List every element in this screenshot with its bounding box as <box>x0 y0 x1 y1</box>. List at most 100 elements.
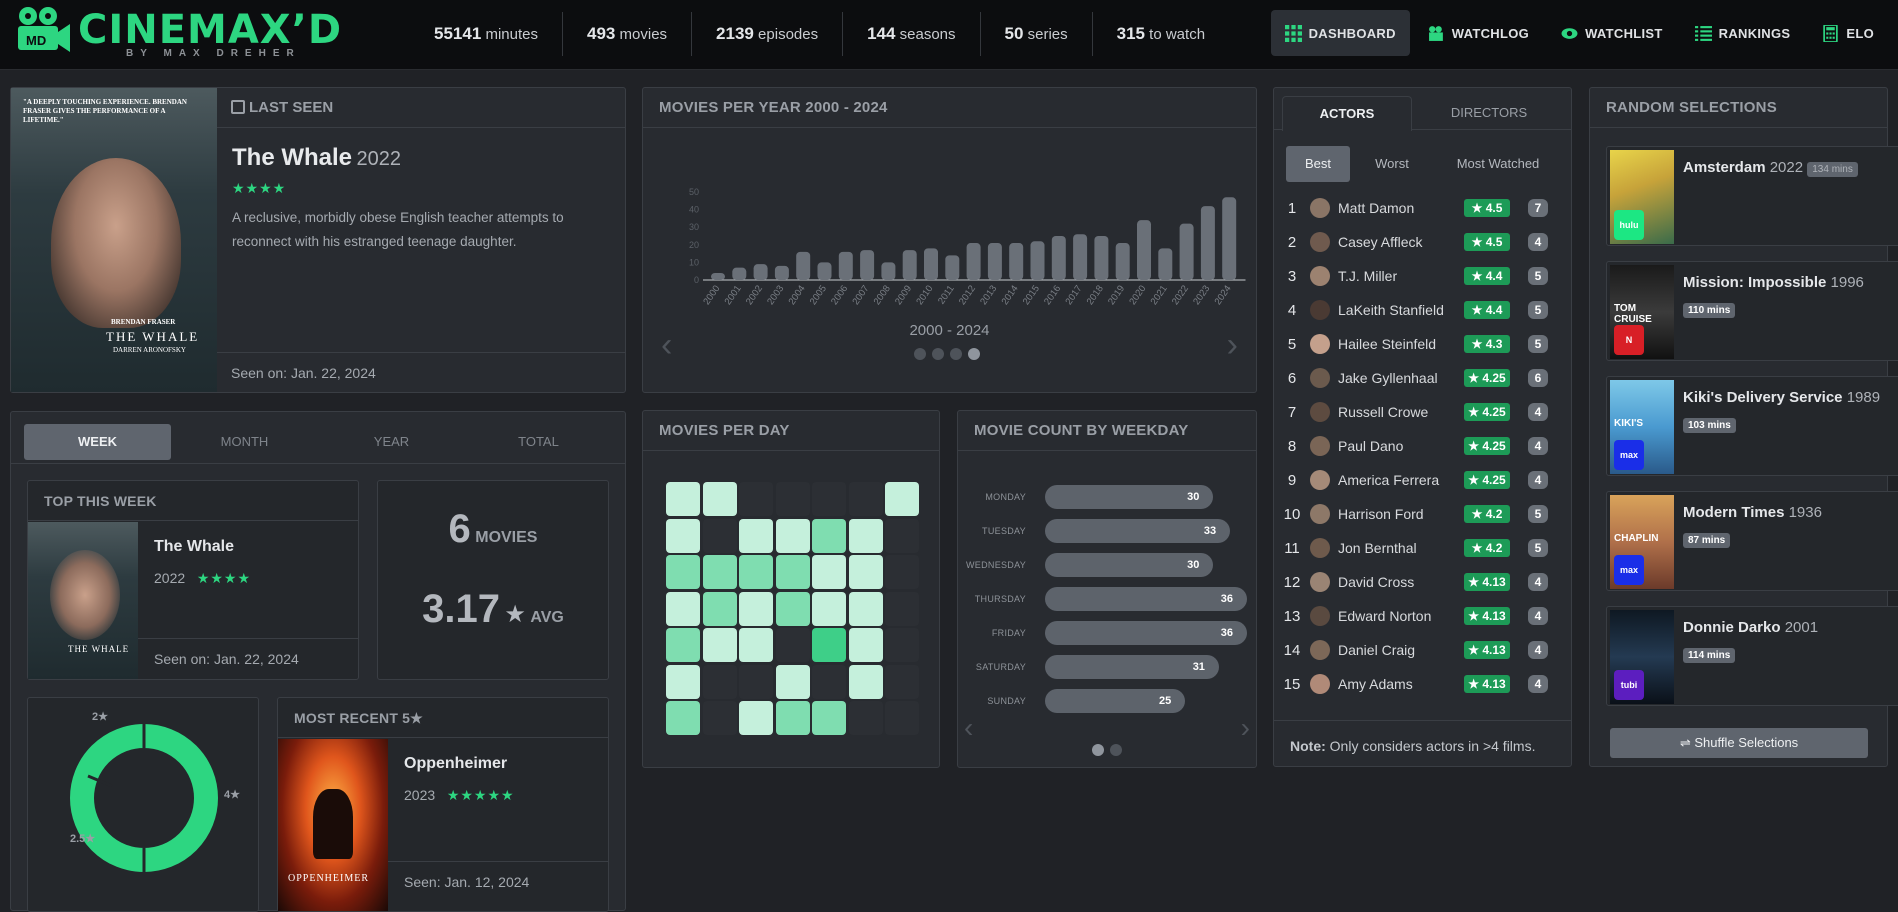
random-selection-card[interactable]: CHAPLIN max Modern Times 1936 87 mins <box>1606 491 1898 591</box>
random-movie-title[interactable]: Mission: Impossible 1996 <box>1683 274 1864 291</box>
day-cell[interactable] <box>666 664 700 699</box>
day-cell[interactable] <box>848 701 883 735</box>
day-cell[interactable] <box>775 591 810 626</box>
most-recent-movie-title[interactable]: Oppenheimer <box>404 755 507 773</box>
day-cell[interactable] <box>848 664 883 699</box>
tab-month[interactable]: MONTH <box>171 424 318 460</box>
filter-worst[interactable]: Worst <box>1360 146 1424 182</box>
tab-total[interactable]: TOTAL <box>465 424 612 460</box>
day-cell[interactable] <box>885 664 919 699</box>
actor-row[interactable]: 7 Russell Crowe ★ 4.25 4 <box>1274 395 1574 429</box>
random-movie-title[interactable]: Amsterdam 2022 134 mins <box>1683 159 1858 177</box>
day-cell[interactable] <box>739 518 773 553</box>
day-cell[interactable] <box>885 555 919 589</box>
movie-poster[interactable]: CHAPLIN max <box>1610 495 1674 589</box>
movie-poster[interactable]: tubi <box>1610 610 1674 704</box>
actor-name[interactable]: Hailee Steinfeld <box>1338 336 1458 352</box>
weekday-next-arrow[interactable]: › <box>1241 711 1250 745</box>
random-movie-title[interactable]: Kiki's Delivery Service 1989 <box>1683 389 1880 406</box>
tab-actors[interactable]: ACTORS <box>1282 96 1412 131</box>
actor-row[interactable]: 2 Casey Affleck ★ 4.5 4 <box>1274 225 1574 259</box>
year-prev-arrow[interactable]: ‹ <box>661 328 672 362</box>
filter-most-watched[interactable]: Most Watched <box>1434 146 1562 182</box>
actor-name[interactable]: Jon Bernthal <box>1338 540 1458 556</box>
actor-name[interactable]: Jake Gyllenhaal <box>1338 370 1458 386</box>
nav-dashboard[interactable]: DASHBOARD <box>1270 10 1410 56</box>
actor-row[interactable]: 8 Paul Dano ★ 4.25 4 <box>1274 429 1574 463</box>
actor-name[interactable]: LaKeith Stanfield <box>1338 302 1458 318</box>
last-seen-title[interactable]: The Whale <box>232 144 352 171</box>
brand-logo[interactable]: MD CINEMAX’D BY MAX DREHER <box>12 6 341 62</box>
actor-name[interactable]: America Ferrera <box>1338 472 1458 488</box>
movie-poster[interactable]: KIKI'S max <box>1610 380 1674 474</box>
actor-row[interactable]: 15 Amy Adams ★ 4.13 4 <box>1274 667 1574 701</box>
day-cell[interactable] <box>775 518 810 553</box>
carousel-dot[interactable] <box>1110 744 1122 756</box>
day-cell[interactable] <box>702 591 737 626</box>
oppenheimer-poster[interactable]: OPPENHEIMER <box>278 739 388 911</box>
actor-row[interactable]: 4 LaKeith Stanfield ★ 4.4 5 <box>1274 293 1574 327</box>
actor-name[interactable]: Daniel Craig <box>1338 642 1458 658</box>
nav-elo[interactable]: ELO <box>1808 10 1888 56</box>
day-cell[interactable] <box>812 555 846 589</box>
day-cell[interactable] <box>666 701 700 735</box>
year-next-arrow[interactable]: › <box>1227 328 1238 362</box>
day-cell[interactable] <box>885 518 919 553</box>
day-cell[interactable] <box>812 628 846 662</box>
day-cell[interactable] <box>775 482 810 516</box>
day-cell[interactable] <box>775 555 810 589</box>
random-movie-title[interactable]: Modern Times 1936 <box>1683 504 1822 521</box>
actor-name[interactable]: Matt Damon <box>1338 200 1458 216</box>
actor-name[interactable]: Amy Adams <box>1338 676 1458 692</box>
actor-row[interactable]: 6 Jake Gyllenhaal ★ 4.25 6 <box>1274 361 1574 395</box>
day-cell[interactable] <box>666 628 700 662</box>
day-cell[interactable] <box>885 482 919 516</box>
day-cell[interactable] <box>885 628 919 662</box>
filter-best[interactable]: Best <box>1286 146 1350 182</box>
day-cell[interactable] <box>702 482 737 516</box>
day-cell[interactable] <box>848 482 883 516</box>
day-cell[interactable] <box>812 591 846 626</box>
nav-rankings[interactable]: RANKINGS <box>1681 10 1805 56</box>
actor-name[interactable]: Harrison Ford <box>1338 506 1458 522</box>
actor-row[interactable]: 13 Edward Norton ★ 4.13 4 <box>1274 599 1574 633</box>
actor-row[interactable]: 5 Hailee Steinfeld ★ 4.3 5 <box>1274 327 1574 361</box>
day-cell[interactable] <box>775 664 810 699</box>
day-cell[interactable] <box>702 664 737 699</box>
random-selection-card[interactable]: tubi Donnie Darko 2001 114 mins <box>1606 606 1898 706</box>
random-selection-card[interactable]: TOM CRUISE N Mission: Impossible 1996 110 m… <box>1606 261 1898 361</box>
random-selection-card[interactable]: hulu Amsterdam 2022 134 mins <box>1606 146 1898 246</box>
actor-row[interactable]: 10 Harrison Ford ★ 4.2 5 <box>1274 497 1574 531</box>
top-week-movie-title[interactable]: The Whale <box>154 538 234 556</box>
weekday-prev-arrow[interactable]: ‹ <box>964 711 973 745</box>
day-cell[interactable] <box>702 701 737 735</box>
actor-name[interactable]: Edward Norton <box>1338 608 1458 624</box>
day-cell[interactable] <box>739 555 773 589</box>
day-cell[interactable] <box>739 701 773 735</box>
random-movie-title[interactable]: Donnie Darko 2001 <box>1683 619 1818 636</box>
actor-name[interactable]: Russell Crowe <box>1338 404 1458 420</box>
carousel-dot[interactable] <box>932 348 944 360</box>
nav-watchlog[interactable]: WATCHLOG <box>1414 10 1543 56</box>
day-cell[interactable] <box>702 555 737 589</box>
last-seen-poster[interactable]: "A DEEPLY TOUCHING EXPERIENCE. BRENDAN F… <box>11 88 217 392</box>
nav-watchlist[interactable]: WATCHLIST <box>1547 10 1677 56</box>
actor-name[interactable]: Casey Affleck <box>1338 234 1458 250</box>
day-cell[interactable] <box>739 628 773 662</box>
actor-name[interactable]: Paul Dano <box>1338 438 1458 454</box>
day-cell[interactable] <box>812 701 846 735</box>
movie-poster[interactable]: hulu <box>1610 150 1674 244</box>
day-cell[interactable] <box>848 628 883 662</box>
day-cell[interactable] <box>812 518 846 553</box>
day-cell[interactable] <box>702 518 737 553</box>
movie-poster[interactable]: TOM CRUISE N <box>1610 265 1674 359</box>
tab-directors[interactable]: DIRECTORS <box>1414 96 1564 130</box>
day-cell[interactable] <box>666 591 700 626</box>
day-cell[interactable] <box>739 482 773 516</box>
day-cell[interactable] <box>666 482 700 516</box>
day-cell[interactable] <box>739 591 773 626</box>
carousel-dot-active[interactable] <box>968 348 980 360</box>
actor-row[interactable]: 11 Jon Bernthal ★ 4.2 5 <box>1274 531 1574 565</box>
day-cell[interactable] <box>812 482 846 516</box>
day-cell[interactable] <box>812 664 846 699</box>
